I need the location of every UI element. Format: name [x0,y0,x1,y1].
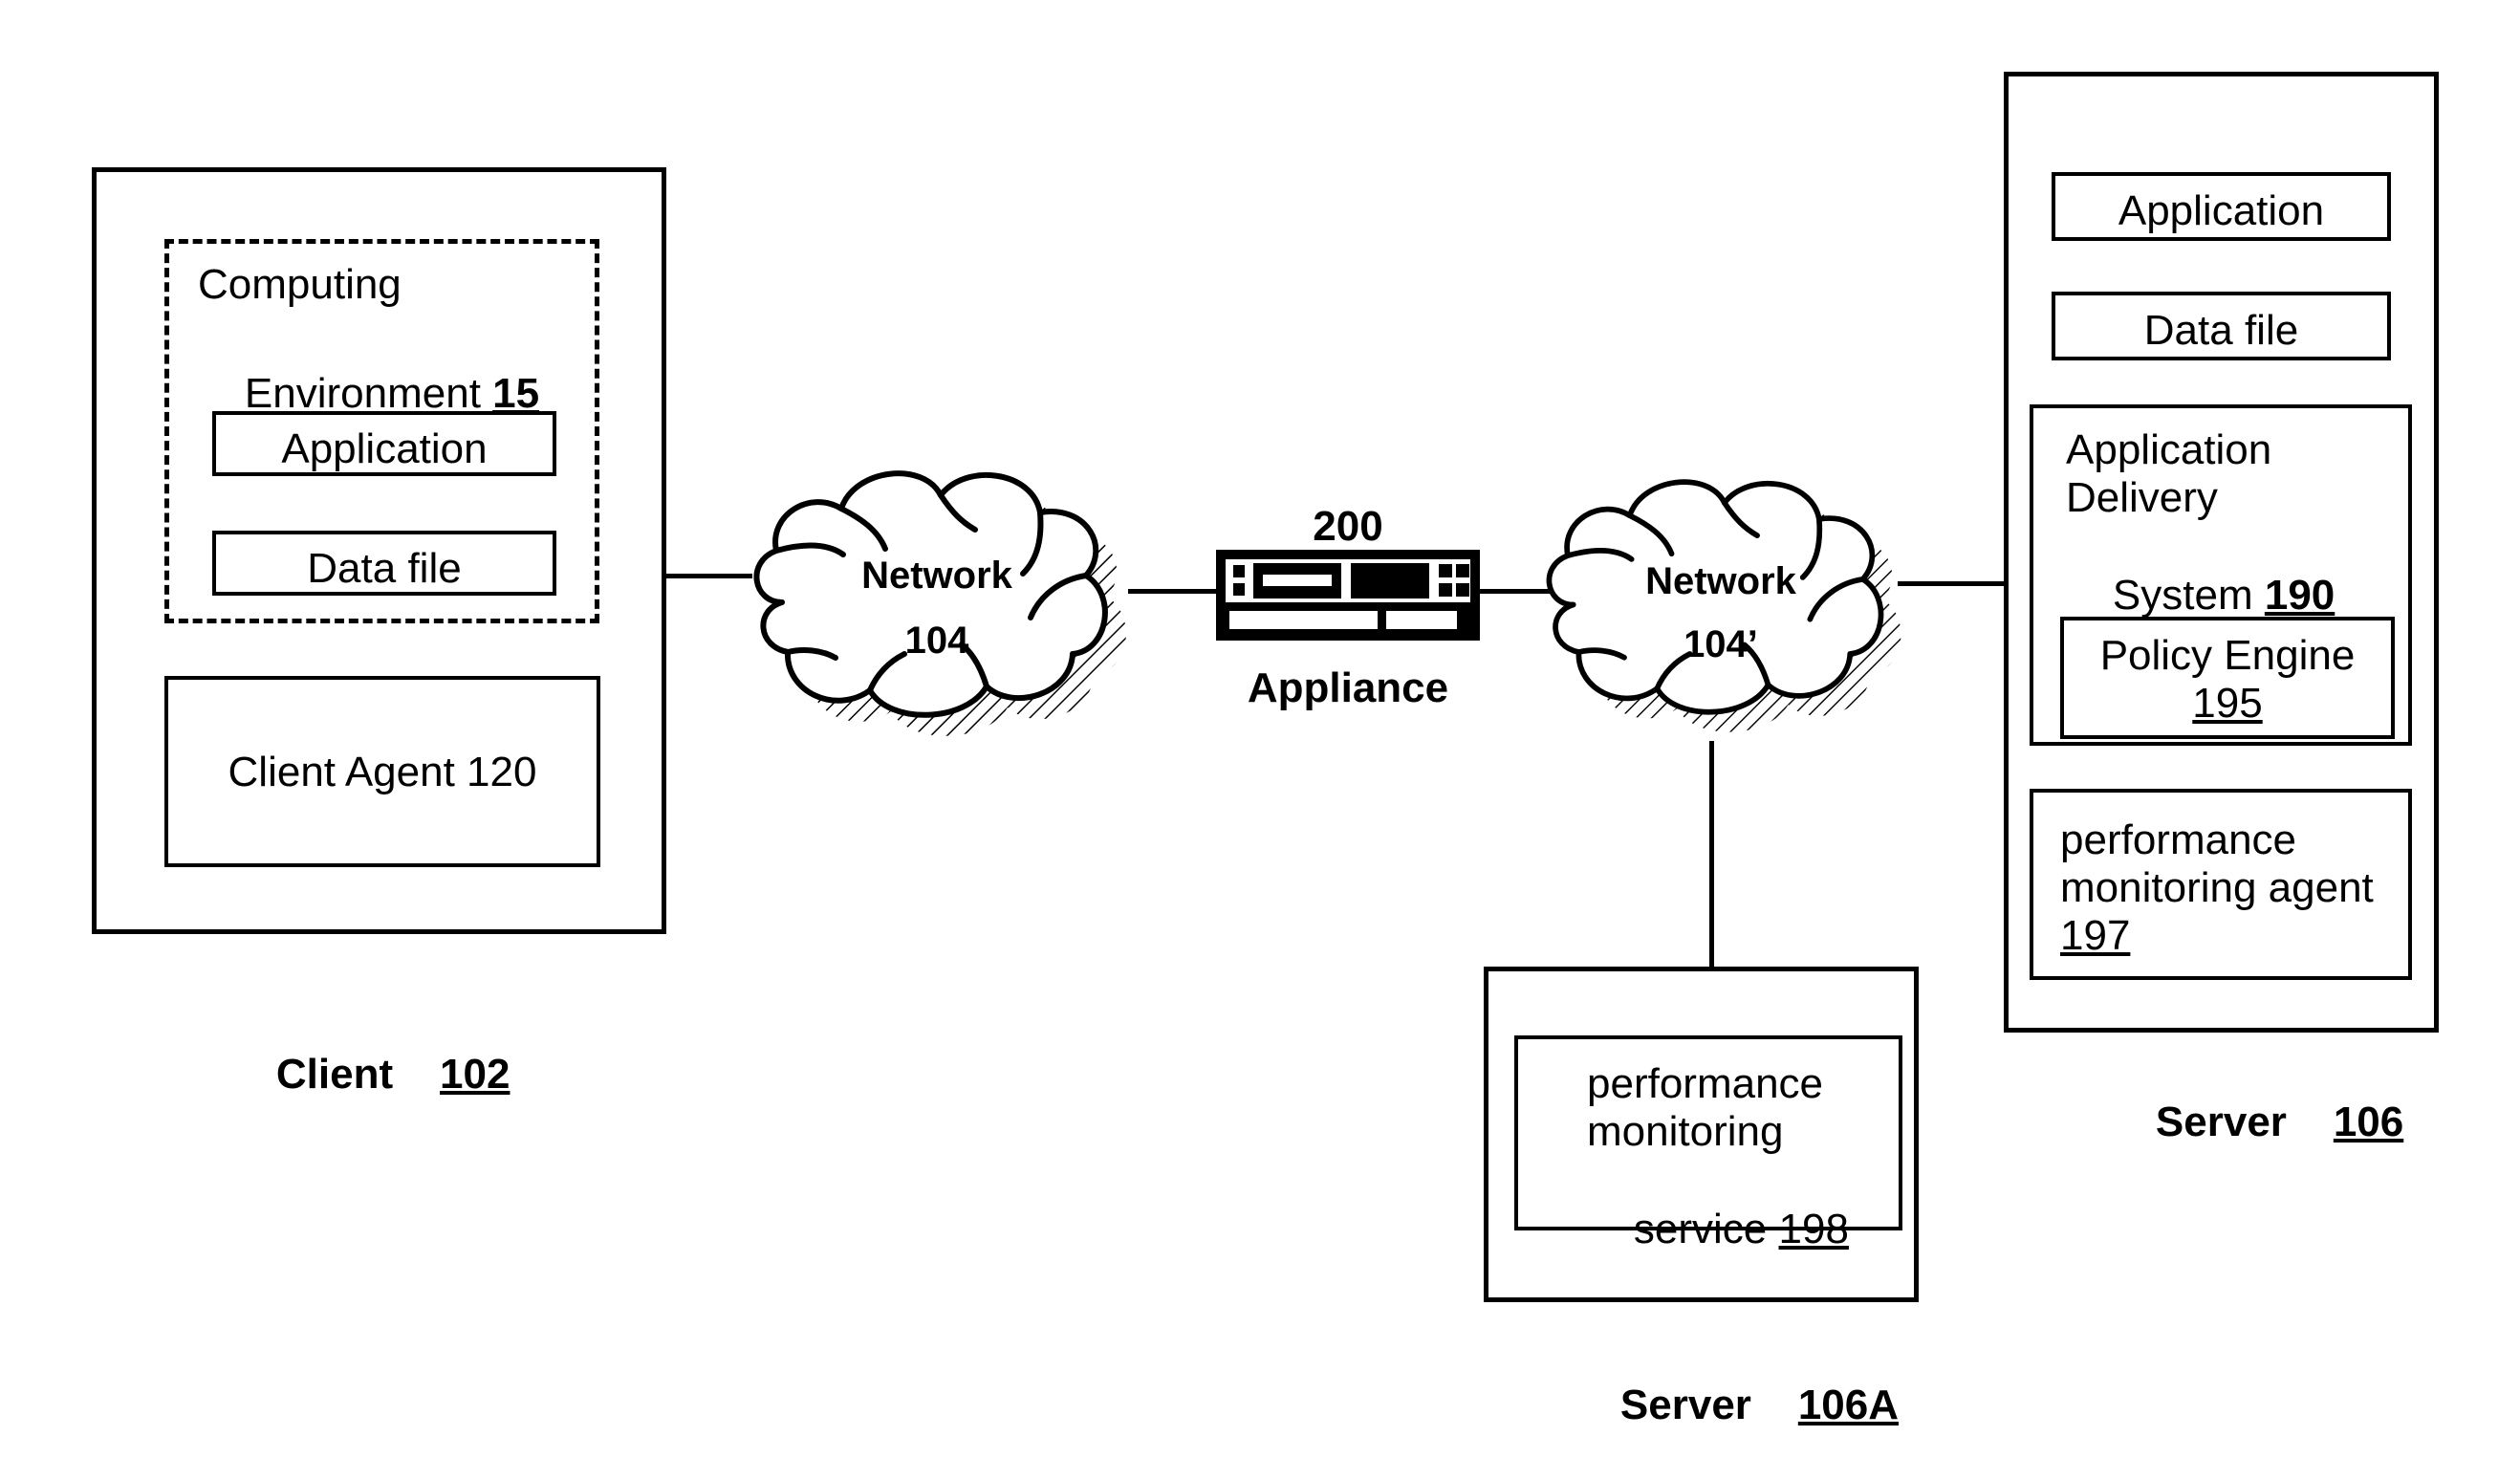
server-caption-ref: 106 [2333,1098,2404,1145]
server-application-label: Application [2118,187,2325,234]
performance-monitoring-service-ref: 198 [1778,1205,1849,1252]
client-caption-ref: 102 [440,1050,511,1098]
appliance-button-br [1456,583,1469,597]
application-delivery-system-ref: 190 [2264,571,2335,619]
client-agent-label: Client Agent 120 [228,749,537,795]
network-104-cloud: Network 104 [736,449,1138,736]
appliance-led-top [1233,565,1245,577]
performance-monitoring-service-line2: monitoring [1587,1108,1784,1155]
performance-monitoring-service-line3: service 198 [1587,1155,1849,1304]
computing-environment-ref: 15 [492,369,540,417]
appliance-led-bottom [1233,583,1245,596]
server-data-file-label: Data file [2143,307,2299,354]
appliance-lower-bay-left [1229,611,1378,629]
network-104prime-ref: 104’ [1684,623,1758,665]
appliance-ref: 200 [1313,503,1383,550]
client-caption: Client 102 [229,1000,511,1149]
appliance-display-panel [1351,563,1429,599]
client-application-label: Application [281,425,488,472]
application-delivery-system-line1: Application [2066,426,2272,473]
server-a-caption: Server 106A [1574,1331,1899,1480]
performance-monitoring-agent-line1: performance [2060,816,2297,863]
network-104prime-cloud: Network 104’ [1530,457,1912,734]
appliance-lower-bay-right [1386,611,1457,629]
appliance-drive-slot [1263,575,1332,586]
performance-monitoring-service-word: service [1633,1205,1768,1252]
performance-monitoring-agent-ref: 197 [2060,912,2131,959]
link-network104prime-to-server [1898,581,2008,586]
diagram-canvas: Computing Environment 15 Application Dat… [0,0,2520,1455]
appliance-drive-bay [1253,563,1341,599]
policy-engine-label: Policy Engine [2099,632,2356,679]
client-caption-name: Client [275,1050,394,1098]
application-delivery-system-word: System [2112,571,2253,619]
computing-environment-title-word: Environment [244,369,481,417]
network-104-name: Network [861,555,1012,597]
appliance-caption: Appliance [1247,664,1449,711]
server-a-caption-ref: 106A [1797,1381,1900,1428]
network-104-ref: 104 [904,620,969,662]
performance-monitoring-agent-line2: monitoring agent [2060,864,2374,911]
appliance-device[interactable] [1216,550,1480,641]
computing-environment-title-line1: Computing [198,261,402,308]
server-a-caption-name: Server [1619,1381,1751,1428]
server-caption-name: Server [2155,1098,2287,1145]
appliance-front-panel [1226,559,1470,602]
appliance-button-tl [1439,564,1452,577]
network-104prime-name: Network [1645,560,1796,602]
performance-monitoring-service-line1: performance [1587,1060,1824,1107]
client-data-file-label: Data file [307,545,462,592]
application-delivery-system-line2: Delivery [2066,474,2218,521]
link-network104-to-appliance [1128,589,1219,594]
appliance-button-tr [1456,564,1469,577]
link-network104prime-to-server106a [1709,741,1714,970]
server-caption: Server 106 [2109,1048,2403,1197]
appliance-button-bl [1439,583,1452,597]
policy-engine-ref: 195 [2192,680,2263,727]
